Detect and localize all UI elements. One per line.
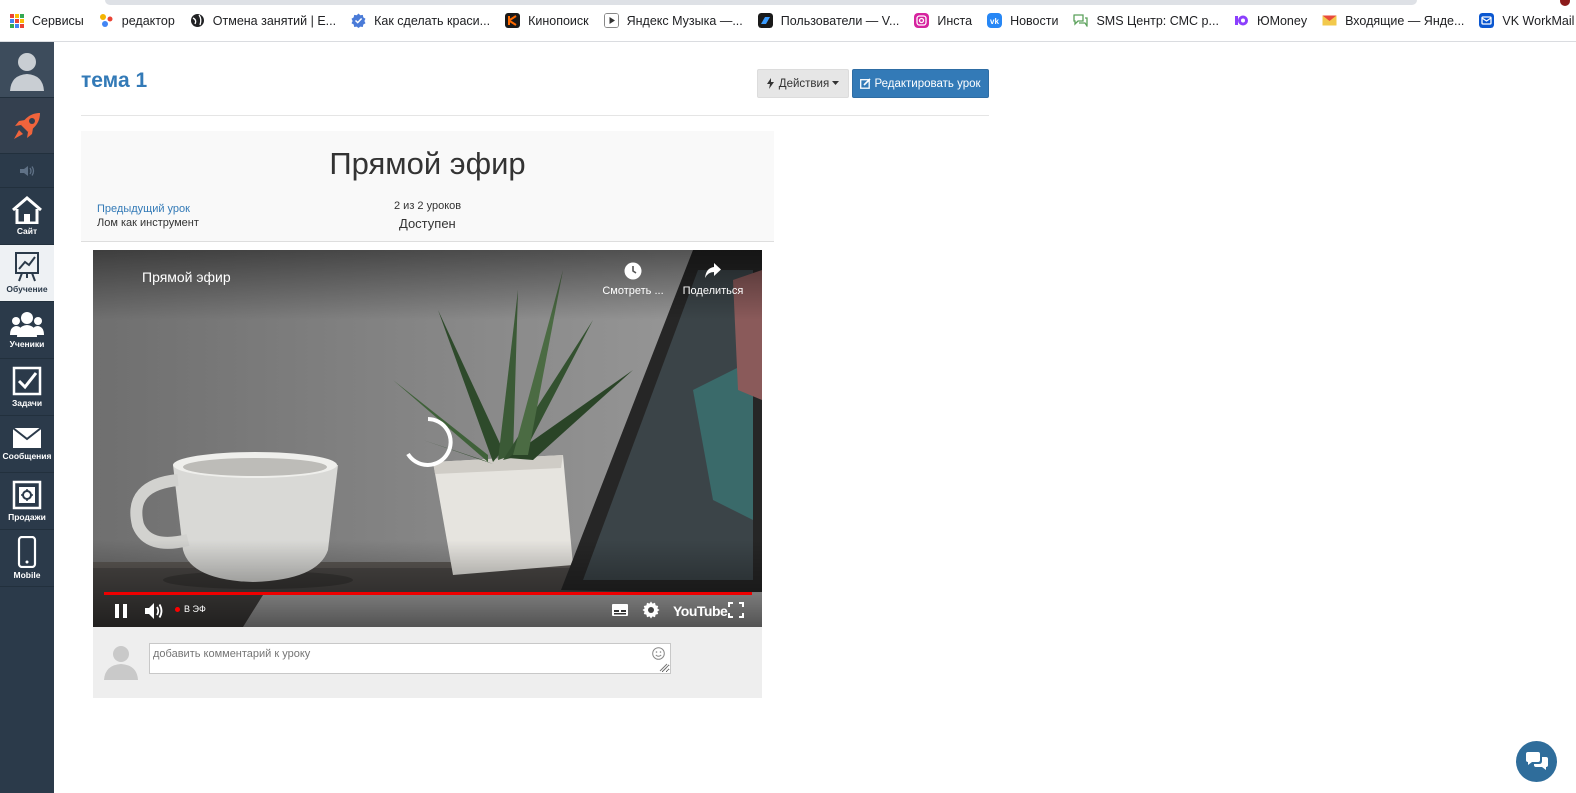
lesson-counter: 2 из 2 уроков <box>394 200 462 212</box>
sidebar-item-site[interactable]: Сайт <box>0 188 54 245</box>
safe-icon <box>12 480 42 510</box>
bookmark-sms[interactable]: SMS Центр: СМС р... <box>1073 7 1219 35</box>
verified-icon <box>351 13 366 28</box>
profile-dot[interactable] <box>1560 0 1570 6</box>
lesson-status: Доступен <box>399 216 456 231</box>
bookmark-workmail[interactable]: VK WorkMail <box>1479 7 1574 35</box>
checkbox-icon <box>12 366 42 396</box>
caret-down-icon <box>832 81 840 85</box>
address-bar-edge <box>105 0 1417 5</box>
video-progress-bar[interactable] <box>104 592 752 595</box>
sidebar: Сайт Обучение Ученики Задачи Сообщения П… <box>0 42 54 793</box>
comment-input[interactable] <box>149 643 671 674</box>
user-avatar[interactable] <box>0 42 54 98</box>
v-icon <box>757 13 773 28</box>
volume-icon[interactable] <box>144 602 164 620</box>
workmail-icon <box>1479 13 1495 28</box>
loading-spinner-icon <box>406 417 453 467</box>
rocket-icon <box>14 112 40 139</box>
fullscreen-icon[interactable] <box>728 602 744 618</box>
sidebar-item-sales[interactable]: Продажи <box>0 473 54 530</box>
bookmarks-bar: Сервисы редактор Отмена занятий | E... К… <box>0 0 1576 42</box>
sidebar-sound[interactable] <box>0 154 54 188</box>
play-icon <box>603 13 619 28</box>
sound-icon <box>20 165 35 176</box>
bolt-icon <box>766 78 774 89</box>
edit-icon <box>860 78 872 89</box>
bookmark-yandex-music[interactable]: Яндекс Музыка —... <box>603 7 743 35</box>
pause-icon[interactable] <box>113 602 129 620</box>
chat-support-button[interactable] <box>1516 741 1557 782</box>
dots-icon <box>99 14 113 27</box>
resize-handle-icon[interactable] <box>659 663 668 672</box>
bookmark-inbox[interactable]: Входящие — Янде... <box>1322 7 1464 35</box>
share-icon <box>705 263 721 278</box>
apps-grid-icon <box>10 13 24 28</box>
comment-section <box>93 627 762 698</box>
share-button[interactable]: Поделиться <box>678 262 748 297</box>
settings-gear-icon[interactable] <box>642 601 660 619</box>
kinopoisk-icon <box>505 13 521 28</box>
youtube-logo[interactable]: YouTube <box>673 603 728 619</box>
sidebar-item-messages[interactable]: Сообщения <box>0 416 54 473</box>
sidebar-item-tasks[interactable]: Задачи <box>0 359 54 416</box>
live-indicator[interactable]: В ЭФ <box>175 604 206 614</box>
chat-bubbles-icon <box>1525 751 1548 770</box>
bookmark-news[interactable]: vk Новости <box>987 7 1058 35</box>
page-title: тема 1 <box>81 69 148 92</box>
header-divider <box>81 115 989 116</box>
sidebar-rocket[interactable] <box>0 98 54 154</box>
live-dot-icon <box>175 606 180 612</box>
bookmark-services[interactable]: Сервисы <box>10 7 84 35</box>
phone-icon <box>17 536 37 568</box>
clock-icon <box>624 262 642 280</box>
bookmark-users[interactable]: Пользователи — V... <box>757 7 899 35</box>
previous-lesson-link[interactable]: Предыдущий урок <box>97 203 190 215</box>
chart-board-icon <box>15 252 39 282</box>
envelope-icon <box>12 427 42 448</box>
lesson-header: Прямой эфир Предыдущий урок Лом как инст… <box>81 131 774 242</box>
users-icon <box>10 312 44 337</box>
actions-dropdown-button[interactable]: Действия <box>757 69 849 98</box>
bookmark-insta[interactable]: Инста <box>914 7 972 35</box>
lesson-title: Прямой эфир <box>329 146 526 181</box>
video-player[interactable]: Прямой эфир Смотреть ... Поделиться В ЭФ… <box>93 250 762 627</box>
sidebar-item-students[interactable]: Ученики <box>0 302 54 359</box>
chat-icon <box>1073 14 1089 28</box>
bookmark-editor[interactable]: редактор <box>99 7 175 35</box>
bookmark-yumoney[interactable]: ЮMoney <box>1234 7 1307 35</box>
bookmark-cancel-lessons[interactable]: Отмена занятий | E... <box>190 7 336 35</box>
yumoney-icon <box>1234 15 1248 26</box>
instagram-icon <box>914 13 930 28</box>
sidebar-item-learning[interactable]: Обучение <box>0 245 54 302</box>
globe-icon <box>190 14 204 27</box>
home-icon <box>12 196 42 224</box>
user-icon <box>10 52 44 91</box>
svg-text:vk: vk <box>990 17 999 26</box>
smiley-icon[interactable] <box>652 647 665 660</box>
subtitles-icon[interactable] <box>611 603 629 617</box>
video-title[interactable]: Прямой эфир <box>142 269 231 285</box>
bookmark-how-to[interactable]: Как сделать краси... <box>351 7 490 35</box>
edit-lesson-button[interactable]: Редактировать урок <box>852 69 989 98</box>
watch-later-button[interactable]: Смотреть ... <box>598 262 668 297</box>
previous-lesson-name: Лом как инструмент <box>97 217 199 229</box>
mail-icon <box>1322 15 1337 26</box>
sidebar-item-mobile[interactable]: Mobile <box>0 530 54 587</box>
vk-icon: vk <box>987 13 1003 28</box>
bookmark-kinopoisk[interactable]: Кинопоиск <box>505 7 589 35</box>
comment-avatar-icon <box>104 646 138 680</box>
